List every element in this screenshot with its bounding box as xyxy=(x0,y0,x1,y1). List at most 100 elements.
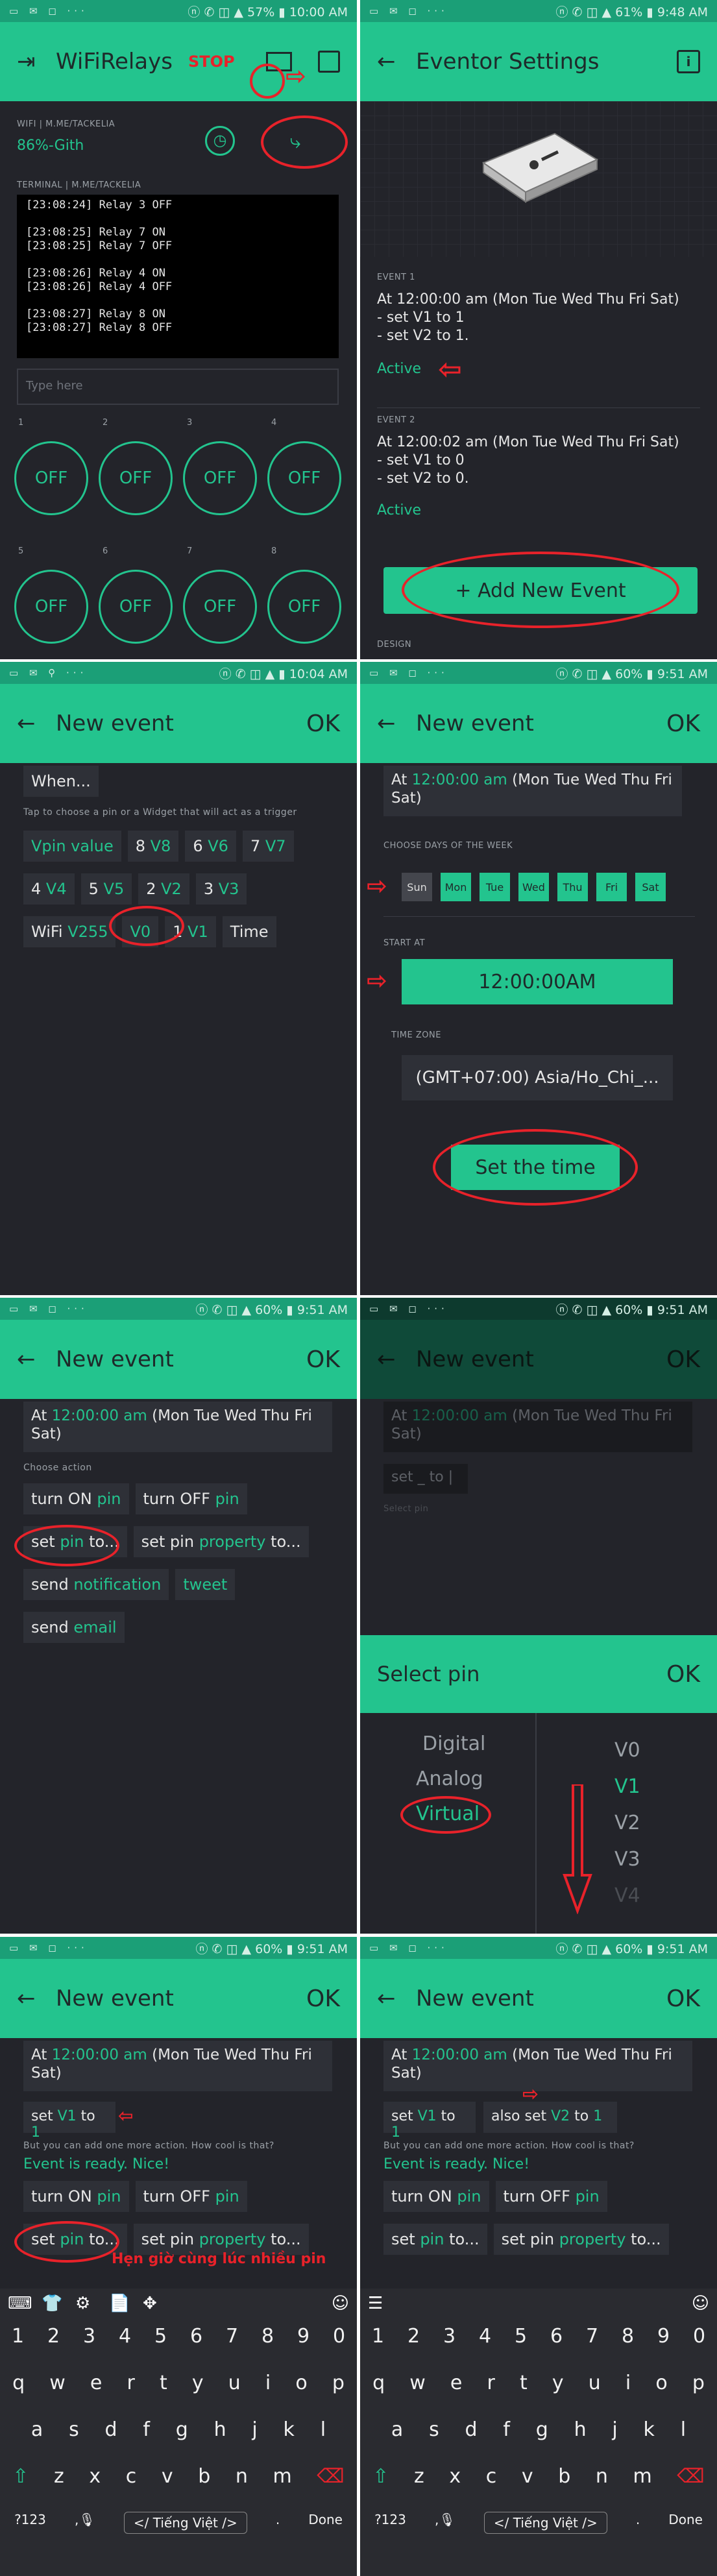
stop-square-icon[interactable] xyxy=(318,51,340,73)
event1-desc[interactable]: At 12:00:00 am (Mon Tue Wed Thu Fri Sat)… xyxy=(377,291,679,345)
trigger-chip[interactable]: 7 V7 xyxy=(242,831,294,862)
terminal-input[interactable]: Type here xyxy=(17,369,339,405)
key-1[interactable]: 1 xyxy=(372,2325,384,2348)
keyboard-icon[interactable]: ⌨ xyxy=(8,2294,42,2313)
key-n[interactable]: n xyxy=(236,2465,248,2488)
pin-type-digital[interactable]: Digital xyxy=(422,1732,485,1755)
key-z[interactable]: z xyxy=(54,2465,64,2488)
period-key[interactable]: . xyxy=(276,2512,280,2534)
back-arrow-icon[interactable]: ← xyxy=(377,1346,416,1372)
comma-key[interactable]: ,🎙 xyxy=(435,2512,456,2534)
key-8[interactable]: 8 xyxy=(622,2325,634,2348)
action-chip[interactable]: turn ON pin xyxy=(383,2181,489,2212)
trigger-chip[interactable]: WiFi V255 xyxy=(23,916,116,947)
key-i[interactable]: i xyxy=(626,2372,631,2394)
space-key[interactable]: </ Tiếng Việt /> xyxy=(483,2512,607,2534)
key-j[interactable]: j xyxy=(612,2418,617,2441)
trigger-chip[interactable]: 4 V4 xyxy=(23,873,75,905)
pin-type-virtual[interactable]: Virtual xyxy=(416,1803,480,1825)
symbols-key[interactable]: ?123 xyxy=(374,2512,406,2534)
emoji-icon[interactable]: ☺ xyxy=(332,2294,349,2313)
shift-key[interactable]: ⇧ xyxy=(372,2465,389,2488)
pin-type-analog[interactable]: Analog xyxy=(416,1768,483,1790)
clock-icon[interactable]: ◷ xyxy=(205,126,235,156)
select-pin-ok[interactable]: OK xyxy=(666,1661,700,1688)
day-wed[interactable]: Wed xyxy=(518,873,549,901)
key-u[interactable]: u xyxy=(589,2372,601,2394)
key-l[interactable]: l xyxy=(321,2418,326,2441)
key-4[interactable]: 4 xyxy=(479,2325,491,2348)
action-chip[interactable]: set pin property to... xyxy=(493,2224,669,2255)
pin-option[interactable]: V4 xyxy=(614,1884,640,1907)
symbols-key[interactable]: ?123 xyxy=(14,2512,46,2534)
back-arrow-icon[interactable]: ← xyxy=(17,1346,56,1372)
relay-knob[interactable]: OFF xyxy=(14,441,88,515)
key-k[interactable]: k xyxy=(284,2418,295,2441)
key-b[interactable]: b xyxy=(558,2465,570,2488)
pin-option[interactable]: V0 xyxy=(614,1739,640,1762)
key-p[interactable]: p xyxy=(692,2372,705,2394)
key-h[interactable]: h xyxy=(574,2418,587,2441)
set-the-time-button[interactable]: Set the time xyxy=(451,1145,620,1190)
event-summary[interactable]: At 12:00:00 am (Mon Tue Wed Thu Fri Sat) xyxy=(383,766,682,816)
key-c[interactable]: c xyxy=(486,2465,497,2488)
key-m[interactable]: m xyxy=(273,2465,291,2488)
key-v[interactable]: v xyxy=(522,2465,533,2488)
key-h[interactable]: h xyxy=(214,2418,226,2441)
key-5[interactable]: 5 xyxy=(515,2325,527,2348)
key-7[interactable]: 7 xyxy=(586,2325,598,2348)
action-chip[interactable]: send email xyxy=(23,1612,125,1643)
key-x[interactable]: x xyxy=(89,2465,101,2488)
key-s[interactable]: s xyxy=(69,2418,79,2441)
action-chip[interactable]: set pin to... xyxy=(23,1526,127,1557)
key-7[interactable]: 7 xyxy=(226,2325,238,2348)
key-e[interactable]: e xyxy=(90,2372,102,2394)
key-i[interactable]: i xyxy=(265,2372,271,2394)
event-summary[interactable]: At 12:00:00 am (Mon Tue Wed Thu Fri Sat) xyxy=(23,2041,332,2091)
key-u[interactable]: u xyxy=(228,2372,241,2394)
key-1[interactable]: 1 xyxy=(12,2325,24,2348)
action-chip[interactable]: send notification xyxy=(23,1569,169,1600)
key-r[interactable]: r xyxy=(487,2372,495,2394)
relay-knob[interactable]: OFF xyxy=(267,570,341,644)
trigger-chip[interactable]: 5 V5 xyxy=(80,873,132,905)
backspace-key[interactable]: ⌫ xyxy=(317,2465,344,2488)
key-a[interactable]: a xyxy=(391,2418,403,2441)
key-q[interactable]: q xyxy=(372,2372,385,2394)
day-fri[interactable]: Fri xyxy=(596,873,627,901)
key-c[interactable]: c xyxy=(126,2465,137,2488)
action-chip[interactable]: turn OFF pin xyxy=(135,1483,247,1514)
event-summary[interactable]: At 12:00:00 am (Mon Tue Wed Thu Fri Sat) xyxy=(23,1402,332,1452)
key-p[interactable]: p xyxy=(332,2372,345,2394)
action-chip[interactable]: set pin property to... xyxy=(133,1526,309,1557)
done-key[interactable]: Done xyxy=(308,2512,343,2534)
key-6[interactable]: 6 xyxy=(550,2325,563,2348)
key-9[interactable]: 9 xyxy=(657,2325,670,2348)
comma-key[interactable]: ,🎙 xyxy=(75,2512,95,2534)
day-mon[interactable]: Mon xyxy=(441,873,471,901)
set-action-box[interactable]: set V1 to 1 xyxy=(383,2102,476,2141)
day-thu[interactable]: Thu xyxy=(557,873,588,901)
info-icon[interactable]: i xyxy=(677,50,700,73)
key-j[interactable]: j xyxy=(252,2418,257,2441)
action-chip[interactable]: set pin to... xyxy=(383,2224,487,2255)
pin-option[interactable]: V2 xyxy=(614,1812,640,1834)
key-9[interactable]: 9 xyxy=(297,2325,310,2348)
day-tue[interactable]: Tue xyxy=(480,873,510,901)
action-chip[interactable]: turn OFF pin xyxy=(495,2181,607,2212)
key-y[interactable]: y xyxy=(552,2372,564,2394)
key-5[interactable]: 5 xyxy=(154,2325,167,2348)
key-b[interactable]: b xyxy=(198,2465,210,2488)
move-icon[interactable]: ✥ xyxy=(143,2294,176,2313)
key-w[interactable]: w xyxy=(409,2372,426,2394)
action-chip[interactable]: set pin property to... xyxy=(133,2224,309,2255)
back-arrow-icon[interactable]: ← xyxy=(377,711,416,736)
ok-button[interactable]: OK xyxy=(666,1346,700,1373)
trigger-chip[interactable]: Vpin value xyxy=(23,831,121,862)
ok-button[interactable]: OK xyxy=(666,1986,700,2012)
day-sun[interactable]: Sun xyxy=(402,873,432,901)
emoji-icon[interactable]: ☺ xyxy=(692,2294,709,2313)
set-action-box[interactable]: set V1 to 1 xyxy=(23,2102,115,2141)
key-g[interactable]: g xyxy=(536,2418,548,2441)
add-new-event-button[interactable]: + Add New Event xyxy=(383,567,698,614)
